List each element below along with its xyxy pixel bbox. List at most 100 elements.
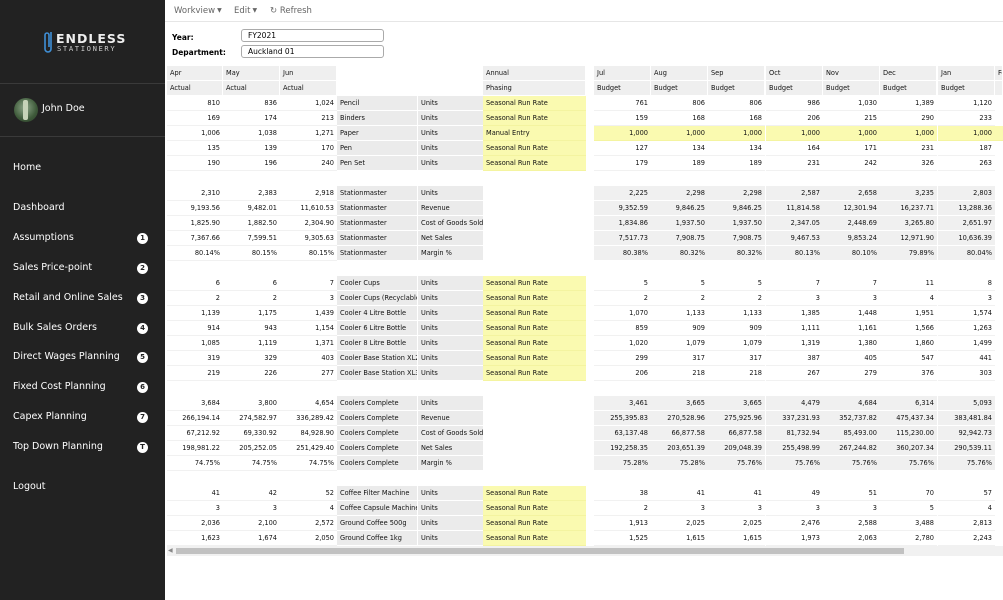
budget-value-cell[interactable]: 5 bbox=[880, 501, 937, 516]
budget-value-cell[interactable]: 1,133 bbox=[651, 306, 708, 321]
budget-value-cell[interactable]: 263 bbox=[938, 156, 995, 171]
budget-value-cell[interactable]: 2,780 bbox=[880, 531, 937, 546]
budget-value-cell[interactable]: 387 bbox=[766, 351, 823, 366]
nav-item-dashboard[interactable]: Dashboard bbox=[13, 202, 153, 216]
budget-value-cell[interactable]: 1,000 bbox=[938, 126, 995, 141]
budget-value-cell[interactable]: 1,070 bbox=[594, 306, 651, 321]
budget-value-cell[interactable]: 3 bbox=[708, 501, 765, 516]
budget-value-cell[interactable]: 1,079 bbox=[651, 336, 708, 351]
budget-value-cell[interactable]: 1,499 bbox=[938, 336, 995, 351]
budget-value-cell[interactable]: 38 bbox=[594, 486, 651, 501]
phasing-method-cell[interactable]: Seasonal Run Rate bbox=[483, 366, 586, 381]
budget-value-cell[interactable]: 2 bbox=[708, 291, 765, 306]
phasing-method-cell[interactable]: Seasonal Run Rate bbox=[483, 486, 586, 501]
budget-value-cell[interactable]: 290 bbox=[880, 111, 937, 126]
phasing-method-cell[interactable]: Seasonal Run Rate bbox=[483, 306, 586, 321]
budget-value-cell[interactable]: 441 bbox=[938, 351, 995, 366]
budget-value-cell[interactable]: 1,380 bbox=[823, 336, 880, 351]
budget-value-cell[interactable]: 7 bbox=[823, 276, 880, 291]
budget-value-cell[interactable] bbox=[995, 126, 1003, 141]
budget-value-cell[interactable]: 317 bbox=[651, 351, 708, 366]
phasing-method-cell[interactable]: Seasonal Run Rate bbox=[483, 501, 586, 516]
budget-value-cell[interactable]: 168 bbox=[708, 111, 765, 126]
budget-value-cell[interactable]: 5 bbox=[594, 276, 651, 291]
budget-value-cell[interactable]: 215 bbox=[823, 111, 880, 126]
budget-value-cell[interactable]: 2,813 bbox=[938, 516, 995, 531]
budget-value-cell[interactable]: 986 bbox=[766, 96, 823, 111]
budget-value-cell[interactable]: 41 bbox=[651, 486, 708, 501]
budget-value-cell[interactable]: 1,030 bbox=[823, 96, 880, 111]
budget-value-cell[interactable]: 70 bbox=[880, 486, 937, 501]
budget-value-cell[interactable]: 547 bbox=[880, 351, 937, 366]
budget-value-cell[interactable]: 4 bbox=[880, 291, 937, 306]
nav-item-bulk-sales-orders[interactable]: Bulk Sales Orders 4 bbox=[13, 322, 153, 336]
budget-value-cell[interactable]: 1,120 bbox=[938, 96, 995, 111]
department-field[interactable]: Auckland 01 bbox=[241, 45, 384, 58]
budget-value-cell[interactable]: 231 bbox=[880, 141, 937, 156]
budget-value-cell[interactable]: 2,025 bbox=[708, 516, 765, 531]
budget-value-cell[interactable]: 2,243 bbox=[938, 531, 995, 546]
budget-value-cell[interactable]: 1,615 bbox=[651, 531, 708, 546]
budget-value-cell[interactable]: 3,488 bbox=[880, 516, 937, 531]
budget-value-cell[interactable]: 1,574 bbox=[938, 306, 995, 321]
budget-value-cell[interactable]: 1,000 bbox=[651, 126, 708, 141]
budget-value-cell[interactable]: 3 bbox=[766, 501, 823, 516]
nav-item-sales-price-point[interactable]: Sales Price-point 2 bbox=[13, 262, 153, 276]
phasing-method-cell[interactable]: Seasonal Run Rate bbox=[483, 141, 586, 156]
refresh-button[interactable]: ↻ Refresh bbox=[270, 6, 312, 16]
phasing-method-cell[interactable]: Seasonal Run Rate bbox=[483, 96, 586, 111]
budget-value-cell[interactable]: 164 bbox=[766, 141, 823, 156]
budget-value-cell[interactable]: 761 bbox=[594, 96, 651, 111]
phasing-method-cell[interactable]: Seasonal Run Rate bbox=[483, 111, 586, 126]
budget-value-cell[interactable]: 189 bbox=[708, 156, 765, 171]
budget-value-cell[interactable]: 1,860 bbox=[880, 336, 937, 351]
budget-value-cell[interactable]: 1,263 bbox=[938, 321, 995, 336]
edit-menu[interactable]: Edit ▼ bbox=[234, 6, 257, 16]
nav-item-fixed-cost-planning[interactable]: Fixed Cost Planning 6 bbox=[13, 381, 153, 395]
user-profile[interactable]: John Doe bbox=[14, 98, 154, 122]
budget-value-cell[interactable]: 242 bbox=[823, 156, 880, 171]
budget-value-cell[interactable]: 2,025 bbox=[651, 516, 708, 531]
budget-value-cell[interactable]: 2 bbox=[594, 501, 651, 516]
nav-item-capex-planning[interactable]: Capex Planning 7 bbox=[13, 411, 153, 425]
budget-value-cell[interactable]: 233 bbox=[938, 111, 995, 126]
phasing-method-cell[interactable]: Manual Entry bbox=[483, 126, 586, 141]
budget-value-cell[interactable]: 1,000 bbox=[823, 126, 880, 141]
budget-value-cell[interactable]: 2 bbox=[594, 291, 651, 306]
budget-value-cell[interactable]: 1,020 bbox=[594, 336, 651, 351]
budget-value-cell[interactable]: 1,161 bbox=[823, 321, 880, 336]
phasing-method-cell[interactable]: Seasonal Run Rate bbox=[483, 351, 586, 366]
workview-menu[interactable]: Workview ▼ bbox=[174, 6, 222, 16]
budget-value-cell[interactable]: 3 bbox=[823, 501, 880, 516]
nav-item-assumptions[interactable]: Assumptions 1 bbox=[13, 232, 153, 246]
budget-value-cell[interactable]: 1,389 bbox=[880, 96, 937, 111]
budget-value-cell[interactable]: 1,385 bbox=[766, 306, 823, 321]
budget-value-cell[interactable]: 51 bbox=[823, 486, 880, 501]
budget-value-cell[interactable]: 405 bbox=[823, 351, 880, 366]
budget-value-cell[interactable]: 1,000 bbox=[880, 126, 937, 141]
budget-value-cell[interactable]: 218 bbox=[651, 366, 708, 381]
budget-value-cell[interactable]: 1,319 bbox=[766, 336, 823, 351]
budget-value-cell[interactable]: 909 bbox=[708, 321, 765, 336]
phasing-method-cell[interactable]: Seasonal Run Rate bbox=[483, 531, 586, 546]
budget-value-cell[interactable]: 57 bbox=[938, 486, 995, 501]
budget-value-cell[interactable]: 5 bbox=[708, 276, 765, 291]
budget-value-cell[interactable]: 267 bbox=[766, 366, 823, 381]
nav-item-logout[interactable]: Logout bbox=[13, 481, 153, 495]
phasing-method-cell[interactable]: Seasonal Run Rate bbox=[483, 336, 586, 351]
budget-value-cell[interactable]: 3 bbox=[651, 501, 708, 516]
budget-value-cell[interactable]: 303 bbox=[938, 366, 995, 381]
budget-value-cell[interactable]: 159 bbox=[594, 111, 651, 126]
budget-value-cell[interactable]: 4 bbox=[938, 501, 995, 516]
nav-item-retail-and-online-sales[interactable]: Retail and Online Sales 3 bbox=[13, 292, 153, 306]
nav-item-direct-wages-planning[interactable]: Direct Wages Planning 5 bbox=[13, 351, 153, 365]
scrollbar-thumb[interactable] bbox=[176, 548, 904, 554]
budget-value-cell[interactable]: 806 bbox=[651, 96, 708, 111]
budget-value-cell[interactable]: 1,566 bbox=[880, 321, 937, 336]
budget-value-cell[interactable]: 171 bbox=[823, 141, 880, 156]
budget-value-cell[interactable]: 218 bbox=[708, 366, 765, 381]
budget-value-cell[interactable]: 179 bbox=[594, 156, 651, 171]
budget-value-cell[interactable]: 2,588 bbox=[823, 516, 880, 531]
budget-value-cell[interactable]: 2 bbox=[651, 291, 708, 306]
budget-value-cell[interactable]: 299 bbox=[594, 351, 651, 366]
